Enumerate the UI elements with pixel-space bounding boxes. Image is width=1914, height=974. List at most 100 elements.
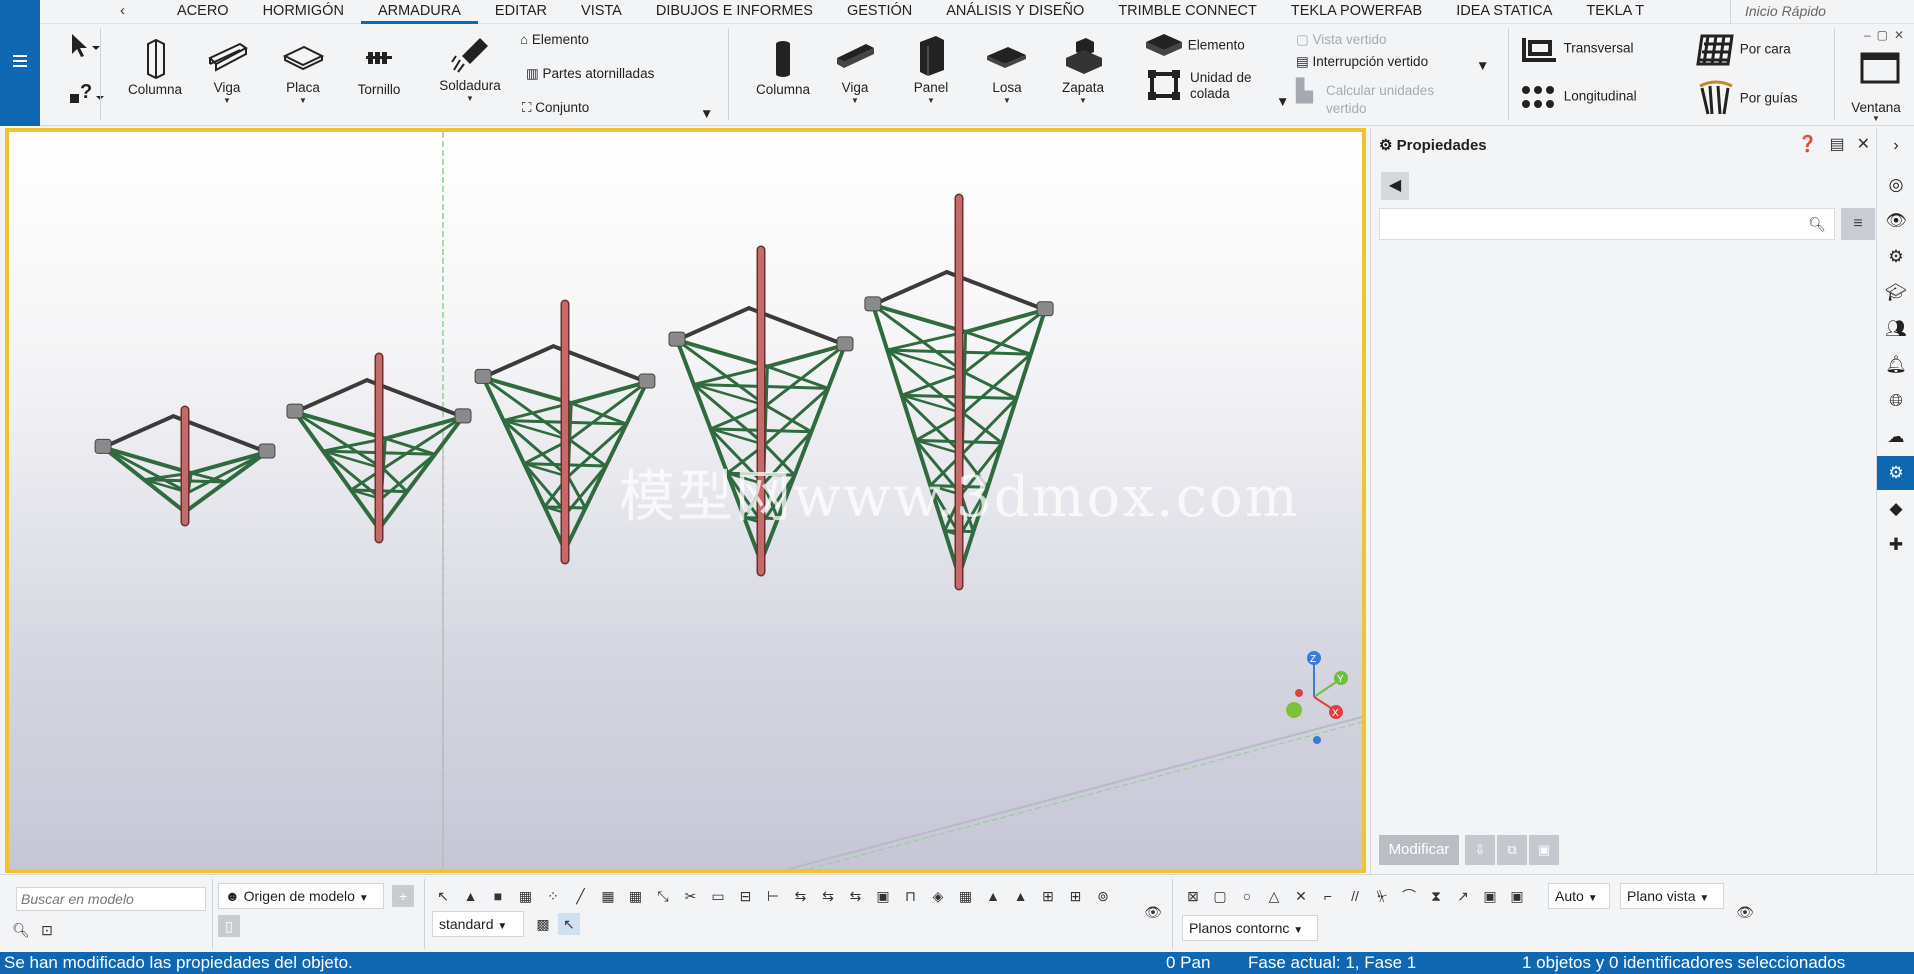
contour-planes-dropdown[interactable]: Planos contornc ▼	[1182, 915, 1318, 941]
eye-icon[interactable]: 👁︎	[1734, 901, 1756, 923]
pick-button[interactable]: ⇩	[1465, 835, 1495, 865]
steel-weld-button[interactable]: Soldadura ▼	[430, 28, 510, 120]
chevron-down-icon[interactable]: ▼	[700, 106, 713, 121]
chevron-down-icon[interactable]: ▼	[1276, 94, 1289, 109]
snap-switch-icon[interactable]: ⏧	[1371, 885, 1393, 907]
selection-switch-icon[interactable]: ▲	[460, 885, 482, 907]
bracing-member[interactable]	[568, 438, 608, 468]
top-frame-member[interactable]	[101, 414, 176, 450]
properties-menu-button[interactable]: ≡	[1841, 208, 1875, 240]
tab-armadura[interactable]: ARMADURA	[360, 0, 478, 24]
tab-acero[interactable]: ACERO	[160, 0, 246, 24]
selection-switch-icon[interactable]: ▲	[1010, 885, 1032, 907]
selection-switch-icon[interactable]: ⊟	[735, 885, 757, 907]
bracing-member[interactable]	[183, 480, 228, 514]
snap-switch-icon[interactable]: ⌐	[1317, 885, 1339, 907]
concrete-column-button[interactable]: Columna	[748, 28, 818, 120]
tab-tekla-powerfab[interactable]: TEKLA POWERFAB	[1274, 0, 1439, 24]
model-viewport[interactable]: Z Y X 模型网www.3dmox.com	[5, 128, 1366, 873]
top-frame-member[interactable]	[675, 338, 770, 369]
pour-unit-button[interactable]: Unidad de colada	[1148, 70, 1252, 102]
selection-switch-icon[interactable]: ⇆	[817, 885, 839, 907]
bracing-member[interactable]	[962, 371, 1018, 401]
steel-plate-button[interactable]: Placa ▼	[268, 28, 338, 120]
snap-switch-icon[interactable]: ⌒	[1398, 885, 1420, 907]
eye-icon[interactable]: 👁︎	[1877, 204, 1914, 238]
snap-switch-icon[interactable]: ○	[1236, 885, 1258, 907]
bracing-member[interactable]	[692, 365, 769, 386]
eye-icon[interactable]: 👁︎	[1142, 901, 1164, 923]
concrete-slab-button[interactable]: Losa ▼	[972, 28, 1042, 120]
tab-tekla-t[interactable]: TEKLA T	[1569, 0, 1661, 24]
pour-break-button[interactable]: ▤ Interrupción vertido	[1296, 54, 1428, 70]
snap-switch-icon[interactable]: //	[1344, 885, 1366, 907]
back-button[interactable]: ◀	[1381, 172, 1409, 200]
selection-switch-icon[interactable]: ⇆	[790, 885, 812, 907]
concrete-panel-button[interactable]: Panel ▼	[896, 28, 966, 120]
globe-icon[interactable]: 🌐︎	[1877, 384, 1914, 418]
selection-switch-icon[interactable]: ▦	[955, 885, 977, 907]
close-icon[interactable]: ✕	[1857, 134, 1870, 154]
tab-hormigon[interactable]: HORMIGÓN	[246, 0, 361, 24]
steel-bolt-button[interactable]: Tornillo	[344, 28, 414, 120]
selection-switch-icon[interactable]: ⊓	[900, 885, 922, 907]
top-frame-member[interactable]	[481, 344, 556, 380]
view-plane-dropdown[interactable]: Plano vista ▼	[1620, 883, 1724, 909]
remove-button[interactable]: ▯	[218, 915, 240, 937]
top-frame-member[interactable]	[569, 380, 649, 406]
components-icon[interactable]: ✚	[1877, 528, 1914, 562]
window-button[interactable]: –▢✕ Ventana ▼	[1838, 28, 1914, 123]
pour-view-button[interactable]: ▢ Vista vertido	[1296, 32, 1387, 48]
rebar-by-face-button[interactable]: Por cara	[1696, 32, 1791, 68]
collapse-pane-icon[interactable]: ›	[1877, 128, 1914, 164]
transverse-rebar-button[interactable]: Transversal	[1520, 32, 1634, 66]
snap-switch-icon[interactable]: ⧗	[1425, 885, 1447, 907]
snap-switch-icon[interactable]: ▣	[1506, 885, 1528, 907]
add-button[interactable]: +	[392, 885, 414, 907]
snap-switch-icon[interactable]: ▢	[1209, 885, 1231, 907]
steel-element-button[interactable]: ⌂ Elemento	[520, 32, 589, 47]
bracing-member[interactable]	[569, 401, 628, 426]
auto-dropdown[interactable]: Auto ▼	[1548, 883, 1610, 909]
tab-dibujos-informes[interactable]: DIBUJOS E INFORMES	[639, 0, 830, 24]
corner-plate[interactable]	[864, 296, 882, 312]
quick-launch-input[interactable]: Inicio Rápido	[1730, 0, 1914, 24]
bracing-member[interactable]	[566, 422, 628, 479]
help-icon[interactable]: ❓	[1798, 134, 1818, 154]
tab-trimble-connect[interactable]: TRIMBLE CONNECT	[1101, 0, 1274, 24]
rebar-by-guides-button[interactable]: Por guías	[1696, 80, 1798, 118]
cube-icon[interactable]: ◆	[1877, 492, 1914, 526]
corner-plate[interactable]	[94, 438, 112, 454]
hamburger-menu-icon[interactable]	[13, 55, 27, 70]
selection-switch-icon[interactable]: ╱	[570, 885, 592, 907]
corner-plate[interactable]	[258, 443, 276, 459]
users-icon[interactable]: 👥︎	[1877, 312, 1914, 346]
checker-icon[interactable]: ▩	[532, 913, 554, 935]
cloud-icon[interactable]: ☁	[1877, 420, 1914, 454]
corner-plate[interactable]	[638, 373, 656, 389]
longitudinal-rebar-button[interactable]: Longitudinal	[1520, 82, 1637, 112]
select-tool-button[interactable]	[46, 32, 100, 62]
tab-analisis-diseno[interactable]: ANÁLISIS Y DISEÑO	[929, 0, 1101, 24]
glasses-icon[interactable]: ◎	[1877, 168, 1914, 202]
top-frame-member[interactable]	[481, 375, 574, 406]
top-frame-member[interactable]	[293, 378, 369, 415]
concrete-element-button[interactable]: Elemento	[1144, 32, 1245, 60]
tabs-scroll-left-icon[interactable]: ‹	[120, 2, 134, 19]
select-cursor-icon[interactable]: ↖	[558, 913, 580, 935]
snap-switch-icon[interactable]: ▣	[1479, 885, 1501, 907]
tab-editar[interactable]: EDITAR	[478, 0, 564, 24]
graduation-cap-icon[interactable]: 🎓︎	[1877, 276, 1914, 310]
chevron-down-icon[interactable]: ▼	[1476, 58, 1489, 73]
search-icon[interactable]: 🔍︎	[10, 919, 32, 941]
selection-switch-icon[interactable]: ▦	[515, 885, 537, 907]
snap-switch-icon[interactable]: ⊠	[1182, 885, 1204, 907]
origin-dropdown[interactable]: ☻ Origen de modelo ▼	[218, 883, 384, 909]
concrete-beam-button[interactable]: Viga ▼	[820, 28, 890, 120]
window-controls-icon[interactable]: –▢✕	[1864, 28, 1910, 42]
settings-help-icon[interactable]: ⚙	[1877, 240, 1914, 274]
bracing-member[interactable]	[568, 380, 649, 442]
help-tool-button[interactable]: ?	[46, 78, 104, 108]
properties-gear-icon[interactable]: ⚙	[1877, 456, 1914, 490]
tab-vista[interactable]: VISTA	[564, 0, 639, 24]
